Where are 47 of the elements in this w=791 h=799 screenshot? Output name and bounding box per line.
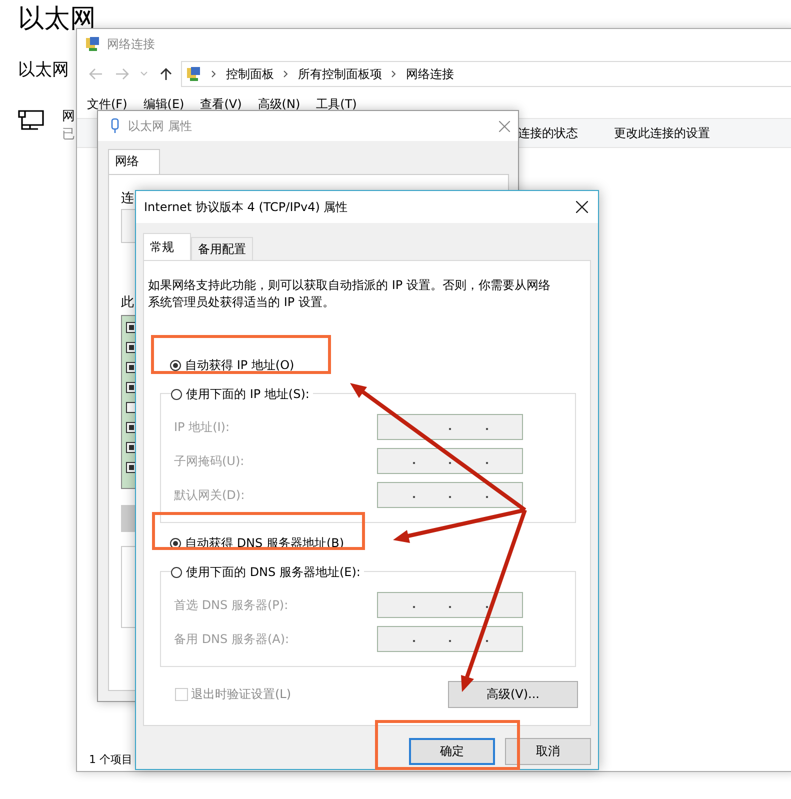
tab[interactable]: 常规 — [143, 233, 191, 260]
close-icon[interactable] — [576, 201, 588, 213]
radio-button[interactable] — [171, 388, 182, 400]
ip-address-field[interactable] — [377, 414, 523, 440]
address-bar[interactable]: 控制面板 所有控制面板项 网络连接 — [181, 61, 791, 87]
network-folder-icon — [186, 66, 202, 82]
description-text: 如果网络支持此功能，则可以获取自动指派的 IP 设置。否则，你需要从网络系统管理员处获得适当的 IP 设置。 — [148, 277, 552, 311]
ip-address-field[interactable] — [377, 448, 523, 474]
radio-label[interactable]: 使用下面的 DNS 服务器地址(E): — [186, 564, 360, 580]
ip-address-field[interactable] — [377, 626, 523, 652]
radio-button[interactable] — [170, 360, 181, 370]
breadcrumb-item[interactable]: 所有控制面板项 — [298, 66, 382, 82]
breadcrumb-item[interactable]: 控制面板 — [226, 66, 274, 82]
dialog-button[interactable]: 确定 — [409, 738, 495, 765]
field-label: 此 — [121, 294, 134, 311]
network-folder-icon — [85, 36, 101, 52]
page-title: 以太网 — [18, 3, 96, 36]
dialog-title: Internet 协议版本 4 (TCP/IPv4) 属性 — [144, 198, 348, 216]
advanced-button[interactable]: 高级(V)... — [448, 681, 578, 708]
section-heading: 以太网 — [18, 59, 69, 82]
ip-address-field[interactable] — [377, 592, 523, 618]
radio-button[interactable] — [171, 566, 182, 578]
radio-label[interactable]: 自动获得 IP 地址(O) — [185, 356, 294, 374]
chevron-icon — [211, 70, 217, 78]
field-label: 默认网关(D): — [174, 486, 245, 504]
ip-address-field[interactable] — [377, 482, 523, 508]
breadcrumb-item[interactable]: 网络连接 — [406, 66, 454, 82]
monitor-icon — [18, 108, 44, 132]
field-label: IP 地址(I): — [174, 418, 230, 436]
status-text: 1 个项目 — [89, 752, 132, 767]
field-label: 子网掩码(U): — [174, 452, 244, 470]
dialog-title: 以太网 属性 — [128, 118, 192, 134]
tab[interactable]: 备用配置 — [191, 237, 253, 260]
tab[interactable]: 网络 — [108, 149, 160, 174]
dialog-button[interactable]: 取消 — [505, 738, 591, 765]
plug-icon — [110, 118, 120, 134]
chevron-icon — [283, 70, 289, 78]
adapter-status: 已 — [62, 126, 75, 144]
field-label: 首选 DNS 服务器(P): — [174, 596, 288, 614]
chevron-icon — [391, 70, 397, 78]
command-button[interactable]: 连接的状态 — [518, 124, 578, 142]
radio-label[interactable]: 使用下面的 IP 地址(S): — [186, 386, 310, 402]
field-label: 备用 DNS 服务器(A): — [174, 630, 290, 648]
field-label: 连 — [121, 190, 134, 207]
window-title: 网络连接 — [107, 36, 155, 52]
adapter-name: 网 — [62, 108, 75, 126]
command-button[interactable]: 更改此连接的设置 — [614, 124, 710, 142]
